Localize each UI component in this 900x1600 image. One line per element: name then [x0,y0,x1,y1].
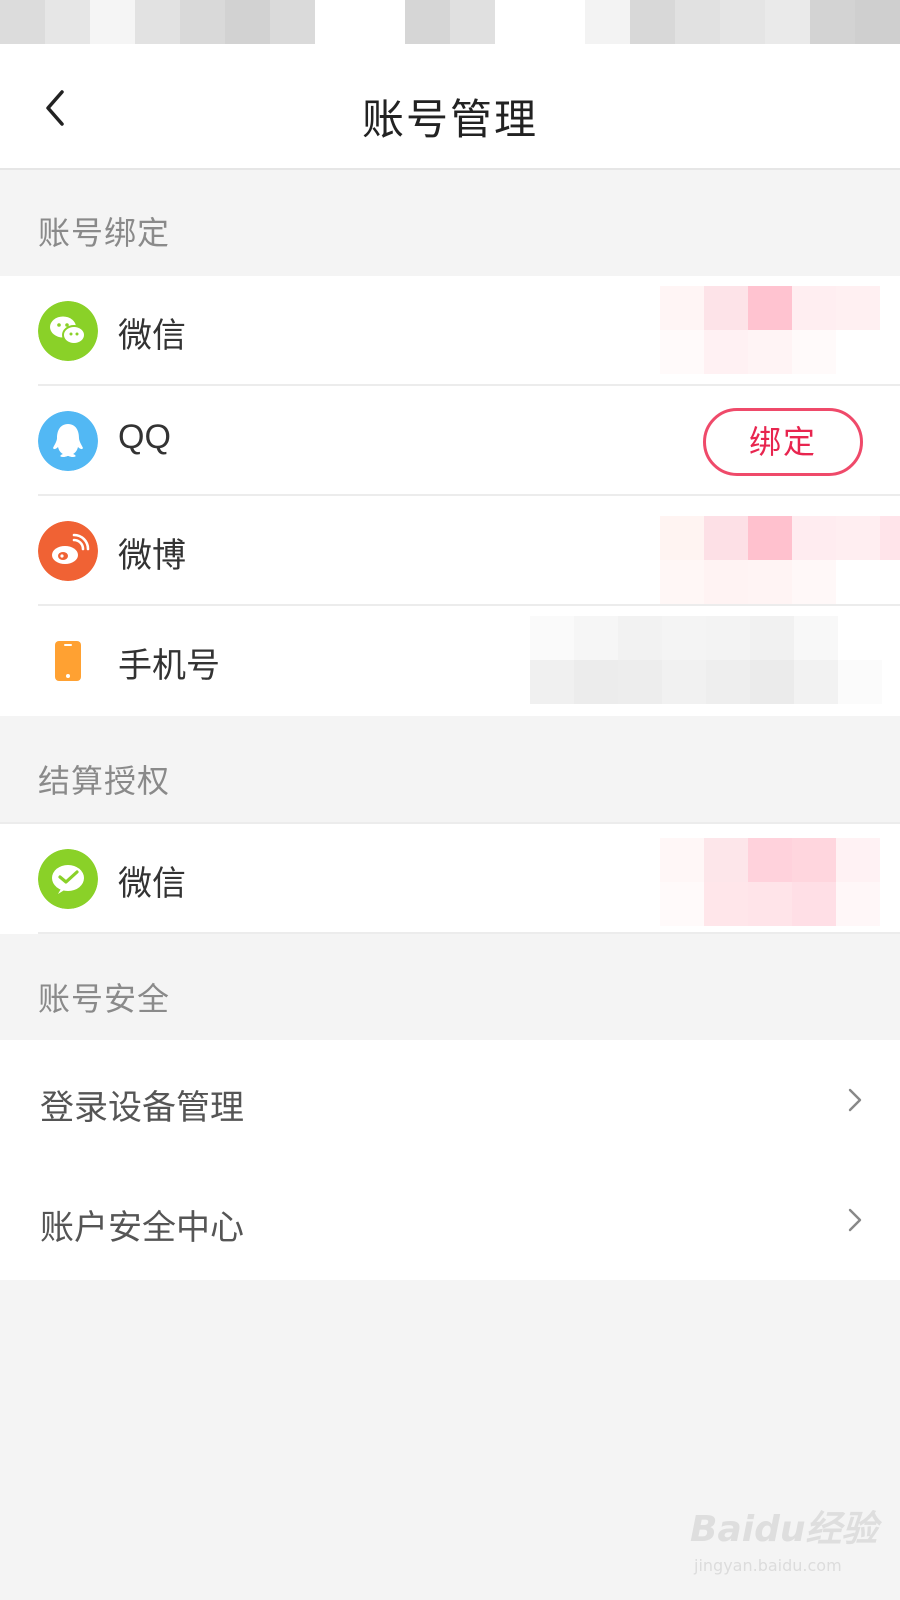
bind-qq-button[interactable]: 绑定 [703,408,863,476]
settlement-list: 微信 [0,822,900,934]
wechat-pay-icon [38,849,98,909]
binding-label: 微博 [118,536,186,576]
qq-icon [38,411,98,471]
row-divider [38,932,900,934]
watermark-url: jingyan.baidu.com [694,1556,842,1575]
binding-row-phone[interactable]: 手机号 [0,606,900,716]
wechat-icon [38,301,98,361]
status-bar [0,0,900,44]
section-title-binding: 账号绑定 [38,214,171,252]
weibo-icon [38,521,98,581]
menu-account-security-center[interactable]: 账户安全中心 [0,1160,900,1280]
binding-row-qq[interactable]: QQ 绑定 [0,386,900,496]
security-list: 登录设备管理 账户安全中心 [0,1040,900,1280]
masked-status [660,516,900,604]
binding-label: 手机号 [118,646,220,686]
page-title: 账号管理 [361,95,538,144]
masked-status [660,286,900,374]
nav-header: 账号管理 [0,44,900,170]
section-title-settlement: 结算授权 [38,762,171,800]
section-title-security: 账号安全 [38,980,171,1018]
menu-login-device-management[interactable]: 登录设备管理 [0,1040,900,1160]
binding-list: 微信 QQ 绑定 微博 手机号 [0,276,900,716]
baidu-jingyan-watermark: Baidu经验 jingyan.baidu.com [690,1500,880,1590]
binding-label: 微信 [118,316,186,356]
menu-label: 登录设备管理 [40,1088,244,1128]
binding-row-weibo[interactable]: 微博 [0,496,900,606]
settlement-row-wechat[interactable]: 微信 [0,824,900,934]
phone-icon [55,641,81,681]
binding-row-wechat[interactable]: 微信 [0,276,900,386]
chevron-right-icon [848,1208,862,1232]
chevron-right-icon [848,1088,862,1112]
masked-status [660,838,880,926]
menu-label: 账户安全中心 [40,1208,244,1248]
binding-label: QQ [118,418,171,456]
watermark-brand: Baidu经验 [690,1509,878,1550]
settlement-label: 微信 [118,864,186,904]
masked-status [530,616,882,704]
account-management-screen: 账号管理 账号绑定 微信 QQ 绑定 微博 手机号 结算授权 微信 账号安全 登… [0,0,900,1600]
